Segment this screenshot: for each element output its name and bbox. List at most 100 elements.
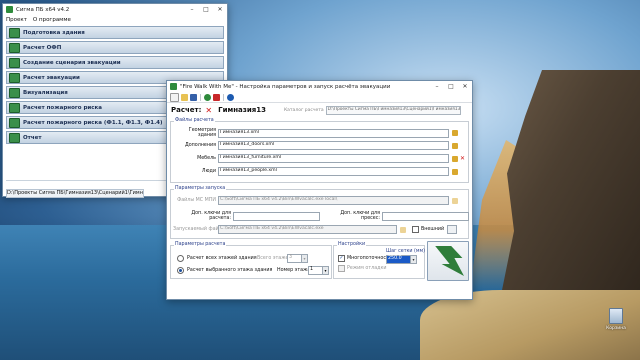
file-row-doors: Дополнения Гимназия13_doors.xml: [173, 141, 458, 150]
external-checkbox[interactable]: [412, 226, 419, 233]
grid-step-select[interactable]: 250.0 ▾: [386, 255, 417, 264]
settings-group: Настройки ✓ Многопоточность Режим отладк…: [333, 242, 425, 279]
add-keys-field[interactable]: [233, 211, 320, 221]
building-icon: [9, 27, 20, 38]
radio-selected-label: Расчет выбранного этажа здания: [187, 268, 273, 273]
grid-step-label: Шаг сетки (мм): [386, 249, 426, 254]
recycle-bin[interactable]: Корзина: [605, 308, 627, 336]
run-file-row: Запускаемый файл C:\Soft\Сигма ПБ x64 v4…: [173, 225, 458, 234]
multithread-label: Многопоточность: [347, 256, 392, 261]
maximize-button[interactable]: □: [199, 4, 213, 15]
radio-selected-floor[interactable]: [177, 267, 184, 274]
files-group: Файлы расчета Геометрия здания Гимназия1…: [170, 118, 469, 183]
run-icon[interactable]: [204, 93, 211, 101]
chevron-down-icon[interactable]: ▾: [410, 256, 416, 263]
dialog-minimize-button[interactable]: –: [430, 81, 444, 92]
file-field-furniture[interactable]: Гимназия13_furniture.xml: [218, 154, 449, 163]
evac-dialog: "Fire Walk With Me" - Настройка параметр…: [166, 80, 473, 300]
main-menubar: Проект О программе: [3, 15, 227, 24]
folder-browse-icon[interactable]: [452, 142, 458, 149]
dialog-title: "Fire Walk With Me" - Настройка параметр…: [180, 83, 391, 90]
calc-params-group: Параметры расчета Расчет всех этажей зда…: [170, 242, 332, 279]
dialog-titlebar: "Fire Walk With Me" - Настройка параметр…: [167, 81, 472, 92]
external-browse-button[interactable]: [447, 225, 458, 234]
folder-label: Каталог расчета: [283, 107, 324, 113]
exe-field[interactable]: C:\Soft\Сигма ПБ x64 v4.2\Bin\EWvacalc.e…: [218, 196, 449, 205]
smooth-row: Режим отладки: [338, 265, 387, 272]
help-icon[interactable]: [227, 93, 234, 101]
multithread-row: ✓ Многопоточность: [338, 255, 392, 262]
nav-evac-scenario[interactable]: Создание сценария эвакуации: [6, 56, 224, 69]
calc-label: Расчет:: [171, 106, 202, 114]
run-file-field[interactable]: C:\Soft\Сигма ПБ x64 v4.2\Bin\EWvacalc.e…: [218, 225, 397, 234]
close-button[interactable]: ✕: [213, 4, 227, 15]
toolbar-separator: [223, 93, 224, 101]
file-label: Дополнения: [184, 143, 216, 148]
folder-browse-icon[interactable]: [400, 226, 406, 233]
smooth-checkbox[interactable]: [338, 265, 345, 272]
risk-icon: [9, 117, 20, 128]
nav-ofp-calc[interactable]: Расчет ОФП: [6, 41, 224, 54]
spin-arrow-icon[interactable]: ▾: [322, 267, 328, 274]
folder-field[interactable]: D:\Проекты Сигма ПБ\Гимназия13\Сценарий1…: [325, 105, 461, 115]
floor-num-field[interactable]: 1 ▾: [308, 266, 329, 275]
nav-label: Отчет: [23, 134, 42, 141]
risk-icon: [9, 102, 20, 113]
radio-all-row: Расчет всех этажей здания Всего этажей 3…: [177, 254, 308, 263]
file-row-furniture: Мебель Гимназия13_furniture.xml ✕: [173, 154, 465, 163]
floor-num-label: Номер этажа: [277, 268, 311, 273]
open-folder-icon[interactable]: [181, 93, 188, 101]
file-label: Мебель: [197, 156, 216, 161]
run-calc-button[interactable]: [427, 241, 469, 281]
minimize-button[interactable]: –: [185, 4, 199, 15]
folder-browse-icon[interactable]: [452, 130, 458, 136]
nav-label: Подготовка здания: [23, 29, 85, 36]
add-keys-row: Доп. ключи для расчета: Доп. ключи для п…: [173, 211, 469, 221]
file-field-geometry[interactable]: Гимназия13.xml: [218, 128, 449, 138]
calc-params-title: Параметры расчета: [174, 242, 227, 247]
dialog-close-button[interactable]: ✕: [458, 81, 472, 92]
exe-row: Файлы МС МПИ C:\Soft\Сигма ПБ x64 v4.2\B…: [173, 196, 458, 205]
launch-params-group: Параметры запуска Файлы МС МПИ C:\Soft\С…: [170, 186, 469, 239]
remove-file-icon[interactable]: ✕: [460, 155, 465, 162]
files-group-title: Файлы расчета: [174, 118, 215, 123]
folder-browse-icon[interactable]: [452, 155, 458, 162]
file-field-doors[interactable]: Гимназия13_doors.xml: [218, 141, 449, 150]
main-window-title: Сигма ПБ x64 v4.2: [16, 6, 70, 13]
calc-row: Расчет: ✕ Гимназия13 Каталог расчета D:\…: [167, 103, 472, 117]
run-icon: [435, 246, 464, 276]
stop-icon[interactable]: [213, 93, 220, 101]
project-path: D:\Проекты Сигма ПБ\Гимназия13\Сценарий1…: [6, 189, 144, 198]
cancel-calc-icon[interactable]: ✕: [205, 106, 212, 115]
radio-selected-row: Расчет выбранного этажа здания Номер эта…: [177, 266, 329, 275]
folder-browse-icon[interactable]: [452, 168, 458, 175]
scenario-icon: [9, 57, 20, 68]
nav-label: Расчет эвакуации: [23, 74, 80, 81]
file-field-people[interactable]: Гимназия13_people.xml: [218, 167, 449, 176]
menu-about[interactable]: О программе: [33, 17, 71, 23]
floors-total-field[interactable]: 3 ▾: [287, 254, 308, 263]
radio-all-floors[interactable]: [177, 255, 184, 262]
file-row-people: Люди Гимназия13_people.xml: [173, 167, 458, 176]
exe-label: Файлы МС МПИ: [177, 198, 216, 203]
new-icon[interactable]: [170, 92, 179, 102]
main-titlebar: Сигма ПБ x64 v4.2 – □ ✕: [3, 4, 227, 15]
nav-label: Расчет пожарного риска (Ф1.1, Ф1.3, Ф1.4…: [23, 119, 163, 126]
save-icon[interactable]: [190, 93, 197, 101]
launch-group-title: Параметры запуска: [174, 186, 227, 191]
dialog-maximize-button[interactable]: □: [444, 81, 458, 92]
dialog-toolbar: [167, 92, 472, 103]
grid-step-block: Шаг сетки (мм) 250.0 ▾: [386, 249, 425, 264]
folder-browse-icon[interactable]: [452, 197, 458, 204]
add-keys-run-field[interactable]: [382, 211, 469, 221]
radio-all-label: Расчет всех этажей здания: [187, 256, 257, 261]
multithread-checkbox[interactable]: ✓: [338, 255, 345, 262]
spin-arrow-icon[interactable]: ▾: [301, 255, 307, 262]
floors-total-value: 3: [289, 255, 293, 260]
menu-project[interactable]: Проект: [6, 17, 27, 23]
file-label: Люди: [201, 169, 216, 174]
grid-step-value: 250.0: [388, 256, 402, 261]
recycle-bin-icon: [609, 308, 623, 324]
people-icon: [9, 72, 20, 83]
nav-building-prep[interactable]: Подготовка здания: [6, 26, 224, 39]
